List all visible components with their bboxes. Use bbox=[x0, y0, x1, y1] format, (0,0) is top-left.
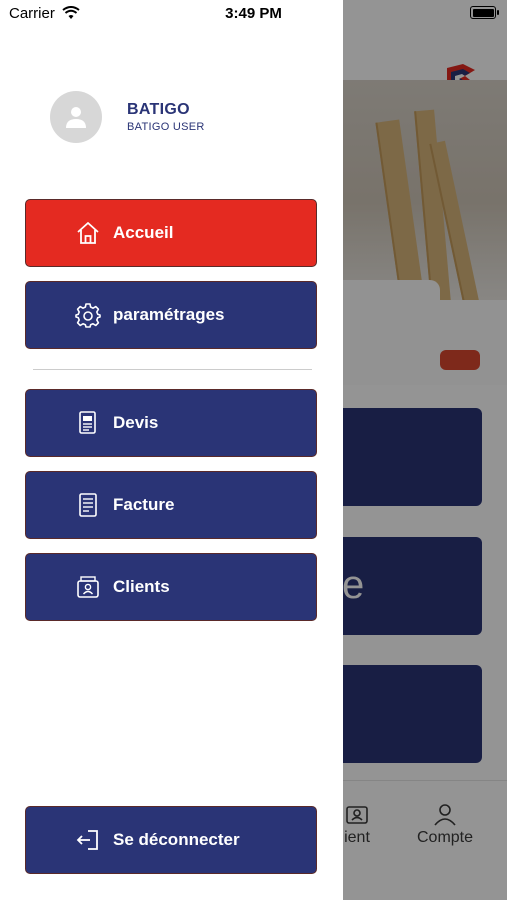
menu-item-parametrages[interactable]: paramétrages bbox=[25, 281, 317, 349]
home-icon bbox=[75, 220, 101, 246]
document-icon bbox=[75, 410, 101, 436]
battery-icon bbox=[470, 6, 499, 19]
logout-button[interactable]: Se déconnecter bbox=[25, 806, 317, 874]
menu-item-devis[interactable]: Devis bbox=[25, 389, 317, 457]
avatar bbox=[50, 91, 102, 143]
menu-item-label: Devis bbox=[113, 413, 159, 432]
user-icon bbox=[66, 107, 86, 128]
clients-icon bbox=[75, 574, 101, 600]
status-bar: Carrier 3:49 PM bbox=[0, 0, 507, 28]
invoice-icon bbox=[75, 492, 101, 518]
menu-item-facture[interactable]: Facture bbox=[25, 471, 317, 539]
clock: 3:49 PM bbox=[225, 5, 282, 22]
side-drawer: BATIGO BATIGO USER Accueil paramétrages bbox=[0, 0, 343, 900]
user-role: BATIGO USER bbox=[127, 121, 205, 133]
menu-item-label: paramétrages bbox=[113, 305, 225, 324]
gear-icon bbox=[75, 302, 101, 328]
logout-label: Se déconnecter bbox=[113, 830, 240, 849]
menu-item-label: Accueil bbox=[113, 223, 174, 242]
menu-item-accueil[interactable]: Accueil bbox=[25, 199, 317, 267]
menu-item-label: Facture bbox=[113, 495, 175, 514]
menu-item-clients[interactable]: Clients bbox=[25, 553, 317, 621]
menu-divider bbox=[33, 369, 312, 370]
user-name: BATIGO bbox=[127, 101, 190, 118]
menu-item-label: Clients bbox=[113, 577, 170, 596]
logout-icon bbox=[75, 827, 101, 853]
